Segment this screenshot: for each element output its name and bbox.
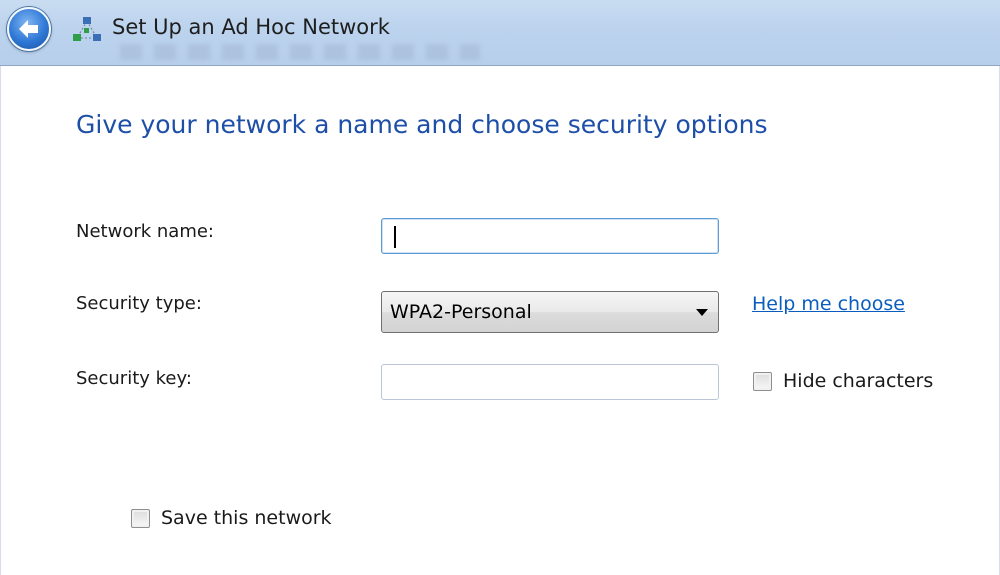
ad-hoc-network-icon [73, 17, 101, 41]
back-button[interactable] [7, 7, 51, 51]
wizard-content: Give your network a name and choose secu… [0, 66, 1000, 575]
blurred-background [120, 44, 480, 60]
page-heading: Give your network a name and choose secu… [76, 110, 768, 139]
text-caret [394, 226, 396, 248]
security-key-field[interactable] [381, 364, 719, 400]
security-type-label: Security type: [76, 293, 202, 314]
window-title: Set Up an Ad Hoc Network [112, 15, 390, 39]
security-type-value: WPA2-Personal [390, 301, 532, 323]
back-arrow-icon [19, 20, 38, 38]
title-bar: Set Up an Ad Hoc Network [0, 0, 1000, 66]
save-network-label[interactable]: Save this network [161, 507, 332, 529]
security-key-label: Security key: [76, 368, 192, 389]
help-me-choose-link[interactable]: Help me choose [752, 293, 905, 315]
network-name-field[interactable] [381, 218, 719, 254]
network-name-label: Network name: [76, 221, 214, 242]
save-network-checkbox[interactable] [131, 509, 150, 528]
hide-characters-label[interactable]: Hide characters [783, 370, 933, 392]
hide-characters-checkbox[interactable] [753, 372, 772, 391]
security-type-dropdown[interactable]: WPA2-Personal [381, 291, 719, 333]
chevron-down-icon [696, 309, 708, 316]
